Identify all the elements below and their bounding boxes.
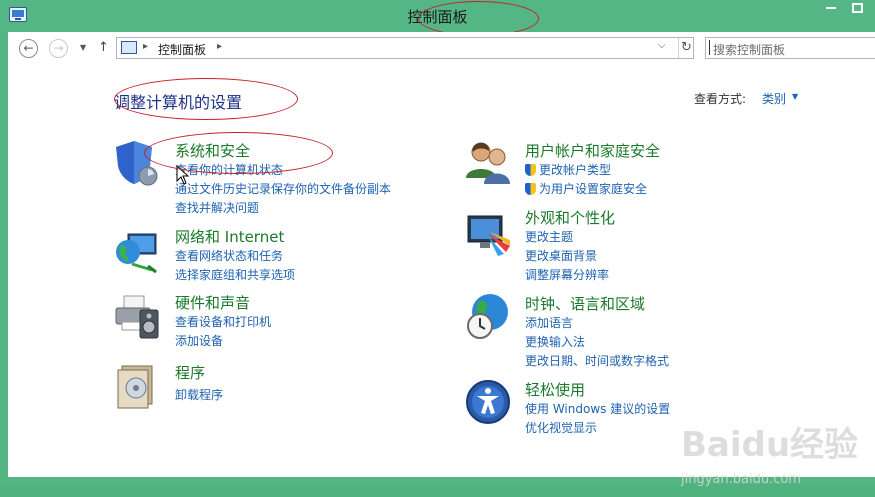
view-by-dropdown[interactable]: 类别	[762, 90, 786, 107]
category-link[interactable]: 更改日期、时间或数字格式	[525, 352, 669, 369]
forward-button[interactable]: →	[49, 39, 68, 58]
baidu-jingyan-watermark: Baidu经验 jingyan.baidu.com	[673, 417, 875, 497]
breadcrumb-chevron-icon[interactable]: ▸	[143, 41, 148, 52]
category-title[interactable]: 外观和个性化	[525, 207, 615, 228]
appearance-monitor-icon[interactable]	[464, 210, 512, 258]
category-link[interactable]: 更改帐户类型	[525, 161, 611, 178]
printer-speaker-icon[interactable]	[112, 294, 160, 342]
category-title[interactable]: 程序	[175, 362, 205, 383]
category-link[interactable]: 添加语言	[525, 314, 573, 331]
category-title[interactable]: 硬件和声音	[175, 292, 250, 313]
ease-of-access-icon[interactable]	[464, 378, 512, 426]
category-link[interactable]: 使用 Windows 建议的设置	[525, 400, 670, 417]
category-link[interactable]: 添加设备	[175, 332, 223, 349]
text-caret	[709, 40, 710, 55]
control-panel-window: 控制面板 ← → ▼ ↑ ▸ 控制面板 ▸ ⌵ ↻ 搜索控制面板 调整计算机的设…	[0, 0, 875, 487]
category-title[interactable]: 时钟、语言和区域	[525, 293, 645, 314]
category-link[interactable]: 更改桌面背景	[525, 247, 597, 264]
category-link[interactable]: 通过文件历史记录保存你的文件备份副本	[175, 180, 391, 197]
category-annotation-ellipse	[144, 132, 333, 174]
search-input[interactable]: 搜索控制面板	[705, 37, 875, 59]
recent-locations-dropdown-icon[interactable]: ▼	[80, 43, 86, 52]
address-bar[interactable]: ▸ 控制面板 ▸ ⌵ ↻	[116, 37, 694, 59]
network-globe-icon[interactable]	[112, 228, 160, 276]
category-link[interactable]: 选择家庭组和共享选项	[175, 266, 295, 283]
view-by-label: 查看方式:	[694, 92, 747, 106]
chevron-down-icon[interactable]: ▼	[792, 92, 798, 101]
category-title[interactable]: 用户帐户和家庭安全	[525, 140, 660, 161]
category-link[interactable]: 卸载程序	[175, 386, 223, 403]
category-link[interactable]: 查看网络状态和任务	[175, 247, 283, 264]
breadcrumb-control-panel[interactable]: 控制面板	[158, 41, 206, 58]
uac-shield-icon	[525, 164, 536, 176]
category-link[interactable]: 查找并解决问题	[175, 199, 259, 216]
category-link[interactable]: 优化视觉显示	[525, 419, 597, 436]
category-link[interactable]: 查看设备和打印机	[175, 313, 271, 330]
category-link-label: 为用户设置家庭安全	[539, 182, 648, 196]
address-toolbar: ← → ▼ ↑ ▸ 控制面板 ▸ ⌵ ↻ 搜索控制面板	[8, 32, 875, 63]
breadcrumb-chevron-icon[interactable]: ▸	[217, 41, 222, 52]
category-link[interactable]: 为用户设置家庭安全	[525, 180, 647, 197]
category-link[interactable]: 调整屏幕分辨率	[525, 266, 609, 283]
maximize-icon[interactable]	[852, 3, 863, 13]
uac-shield-icon	[525, 183, 536, 195]
programs-icon[interactable]	[112, 362, 160, 410]
control-panel-icon	[121, 41, 137, 54]
users-icon[interactable]	[464, 138, 512, 186]
refresh-button[interactable]: ↻	[678, 38, 694, 58]
category-link-label: 更改帐户类型	[539, 163, 612, 177]
category-link[interactable]: 更换输入法	[525, 333, 585, 350]
minimize-icon[interactable]	[826, 7, 836, 9]
category-title[interactable]: 网络和 Internet	[175, 226, 284, 247]
heading-annotation-ellipse	[114, 78, 298, 120]
category-link[interactable]: 更改主题	[525, 228, 573, 245]
clock-globe-icon[interactable]	[464, 292, 512, 340]
back-button[interactable]: ←	[19, 39, 38, 58]
up-button[interactable]: ↑	[98, 40, 109, 55]
address-dropdown-icon[interactable]: ⌵	[658, 40, 666, 51]
watermark-logo-text: Baidu经验	[681, 425, 859, 465]
category-title[interactable]: 轻松使用	[525, 379, 585, 400]
title-annotation-ellipse	[418, 1, 539, 36]
